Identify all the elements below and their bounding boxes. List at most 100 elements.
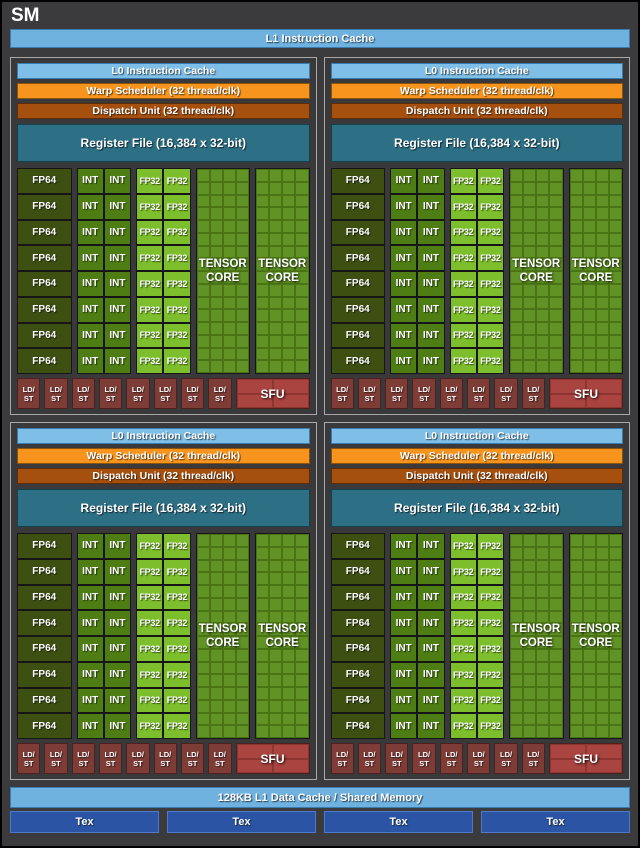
ldst-unit: LD/ST	[521, 378, 545, 409]
ldst-unit-label-line2: ST	[473, 758, 484, 768]
ldst-unit: LD/ST	[17, 378, 41, 409]
ldst-unit: LD/ST	[385, 378, 409, 409]
fp32-core-cell: FP32	[136, 558, 164, 585]
core-grid: FP64 FP64 FP64 FP64 FP64 FP64 FP64 FP64 INT INT I…	[17, 533, 310, 739]
ldst-unit-label-line1: LD/	[213, 749, 226, 759]
int-core-cell: INT	[76, 348, 104, 374]
ldst-unit-label-line1: LD/	[390, 749, 403, 759]
fp32-core-columns: FP32 FP32 FP32 FP32 FP32 FP32 FP32 FP32 FP32 FP32…	[136, 168, 191, 374]
fp64-core-cell: FP64	[330, 193, 385, 220]
ldst-unit: LD/ST	[494, 743, 518, 774]
int-core-cell: INT	[76, 610, 104, 636]
ldst-unit: LD/ST	[180, 378, 205, 409]
fp32-core-cell: FP32	[136, 193, 164, 220]
int-core-cell: INT	[417, 348, 445, 374]
ldst-unit-label-line2: ST	[364, 758, 375, 768]
ldst-unit: LD/ST	[330, 378, 354, 409]
int-core-cell: INT	[103, 296, 131, 323]
fp32-core-cell: FP32	[449, 245, 477, 271]
tensor-core-block: TENSOR CORE	[255, 533, 310, 739]
fp32-core-cell: FP32	[136, 322, 164, 349]
ldst-unit-label-line1: LD/	[499, 749, 513, 759]
int-core-cell: INT	[417, 322, 445, 349]
fp32-core-cell: FP32	[163, 713, 191, 739]
warp-scheduler-bar: Warp Scheduler (32 thread/clk)	[17, 448, 310, 464]
ldst-unit-label-line1: LD/	[390, 384, 403, 394]
int-core-cell: INT	[76, 687, 104, 714]
ldst-unit-label-line2: ST	[105, 393, 116, 403]
fp64-core-cell: FP64	[330, 271, 385, 297]
ldst-unit: LD/ST	[385, 743, 409, 774]
ldst-unit: LD/ST	[467, 378, 491, 409]
fp32-core-cell: FP32	[476, 661, 504, 688]
ldst-unit: LD/ST	[153, 743, 177, 774]
tensor-core-label-line2: CORE	[579, 637, 613, 649]
sm-processing-partition: L0 Instruction Cache Warp Scheduler (32 …	[323, 422, 630, 780]
fp64-core-column: FP64 FP64 FP64 FP64 FP64 FP64 FP64 FP64	[330, 533, 385, 739]
ldst-unit-label-line1: LD/	[418, 384, 431, 394]
fp64-core-cell: FP64	[330, 533, 385, 559]
tensor-core-label-line2: CORE	[519, 637, 553, 649]
fp64-core-cell: FP64	[330, 687, 385, 714]
warp-scheduler-bar: Warp Scheduler (32 thread/clk)	[330, 448, 623, 464]
ldst-unit: LD/ST	[330, 743, 354, 774]
tensor-core-label-line1: TENSOR	[571, 622, 620, 635]
tensor-core-label: TENSOR CORE	[570, 169, 623, 373]
fp32-core-cell: FP32	[476, 533, 504, 559]
int-core-cell: INT	[103, 533, 131, 559]
ldst-unit-label-line2: ST	[364, 393, 375, 403]
tensor-core-label-line2: CORE	[265, 272, 299, 284]
tex-unit: Tex	[481, 811, 630, 833]
sfu-unit: SFU	[549, 743, 623, 774]
tensor-core-label-line1: TENSOR	[571, 257, 620, 270]
fp64-core-cell: FP64	[17, 245, 72, 271]
fp32-core-cell: FP32	[449, 713, 477, 739]
int-core-cell: INT	[417, 533, 445, 559]
sm-processing-partition: L0 Instruction Cache Warp Scheduler (32 …	[323, 57, 630, 415]
int-core-cell: INT	[76, 219, 104, 246]
fp32-core-cell: FP32	[476, 168, 504, 194]
ldst-unit: LD/ST	[98, 378, 123, 409]
register-file-block: Register File (16,384 x 32-bit)	[330, 124, 623, 162]
fp64-core-cell: FP64	[17, 558, 72, 585]
int-core-cell: INT	[390, 322, 418, 349]
fp32-core-cell: FP32	[163, 558, 191, 585]
fp64-core-column: FP64 FP64 FP64 FP64 FP64 FP64 FP64 FP64	[17, 533, 72, 739]
ldst-unit: LD/ST	[126, 743, 150, 774]
ldst-unit: LD/ST	[412, 378, 436, 409]
ldst-unit-label-line1: LD/	[213, 384, 226, 394]
ldst-unit-label-line2: ST	[446, 393, 457, 403]
ldst-unit-label-line1: LD/	[445, 384, 458, 394]
fp32-core-cell: FP32	[449, 193, 477, 220]
sfu-unit: SFU	[235, 378, 310, 409]
fp64-core-cell: FP64	[17, 219, 72, 246]
fp32-core-cell: FP32	[449, 687, 477, 714]
fp32-core-cell: FP32	[449, 296, 477, 323]
int-core-cell: INT	[417, 661, 445, 688]
core-grid: FP64 FP64 FP64 FP64 FP64 FP64 FP64 FP64 INT INT I…	[330, 168, 623, 374]
sfu-label: SFU	[260, 751, 285, 766]
ldst-unit: LD/ST	[412, 743, 436, 774]
tensor-core-label: TENSOR CORE	[197, 534, 250, 738]
fp32-core-columns: FP32 FP32 FP32 FP32 FP32 FP32 FP32 FP32 FP32 FP32…	[449, 168, 504, 374]
fp64-core-cell: FP64	[330, 713, 385, 739]
int-core-cell: INT	[103, 271, 131, 297]
ldst-unit-label-line1: LD/	[499, 384, 513, 394]
core-grid: FP64 FP64 FP64 FP64 FP64 FP64 FP64 FP64 INT INT I…	[330, 533, 623, 739]
fp64-core-cell: FP64	[17, 322, 72, 349]
register-file-block: Register File (16,384 x 32-bit)	[330, 489, 623, 527]
fp32-core-cell: FP32	[163, 322, 191, 349]
int-core-cell: INT	[390, 558, 418, 585]
tensor-core-block: TENSOR CORE	[509, 533, 564, 739]
ldst-unit-label-line2: ST	[419, 393, 429, 403]
tensor-core-label-line2: CORE	[206, 272, 240, 284]
ldst-unit-label-line1: LD/	[186, 384, 199, 394]
dispatch-unit-bar: Dispatch Unit (32 thread/clk)	[17, 468, 310, 484]
int-core-cell: INT	[390, 713, 418, 739]
int-core-cell: INT	[417, 219, 445, 246]
fp32-core-cell: FP32	[136, 713, 164, 739]
ldst-unit-label-line1: LD/	[336, 384, 349, 394]
ldst-sfu-row: LD/ST LD/ST LD/ST LD/ST LD/ST LD/ST LD/ST LD/ST…	[330, 378, 623, 409]
int-core-cell: INT	[417, 193, 445, 220]
ldst-unit-label-line1: LD/	[77, 384, 90, 394]
